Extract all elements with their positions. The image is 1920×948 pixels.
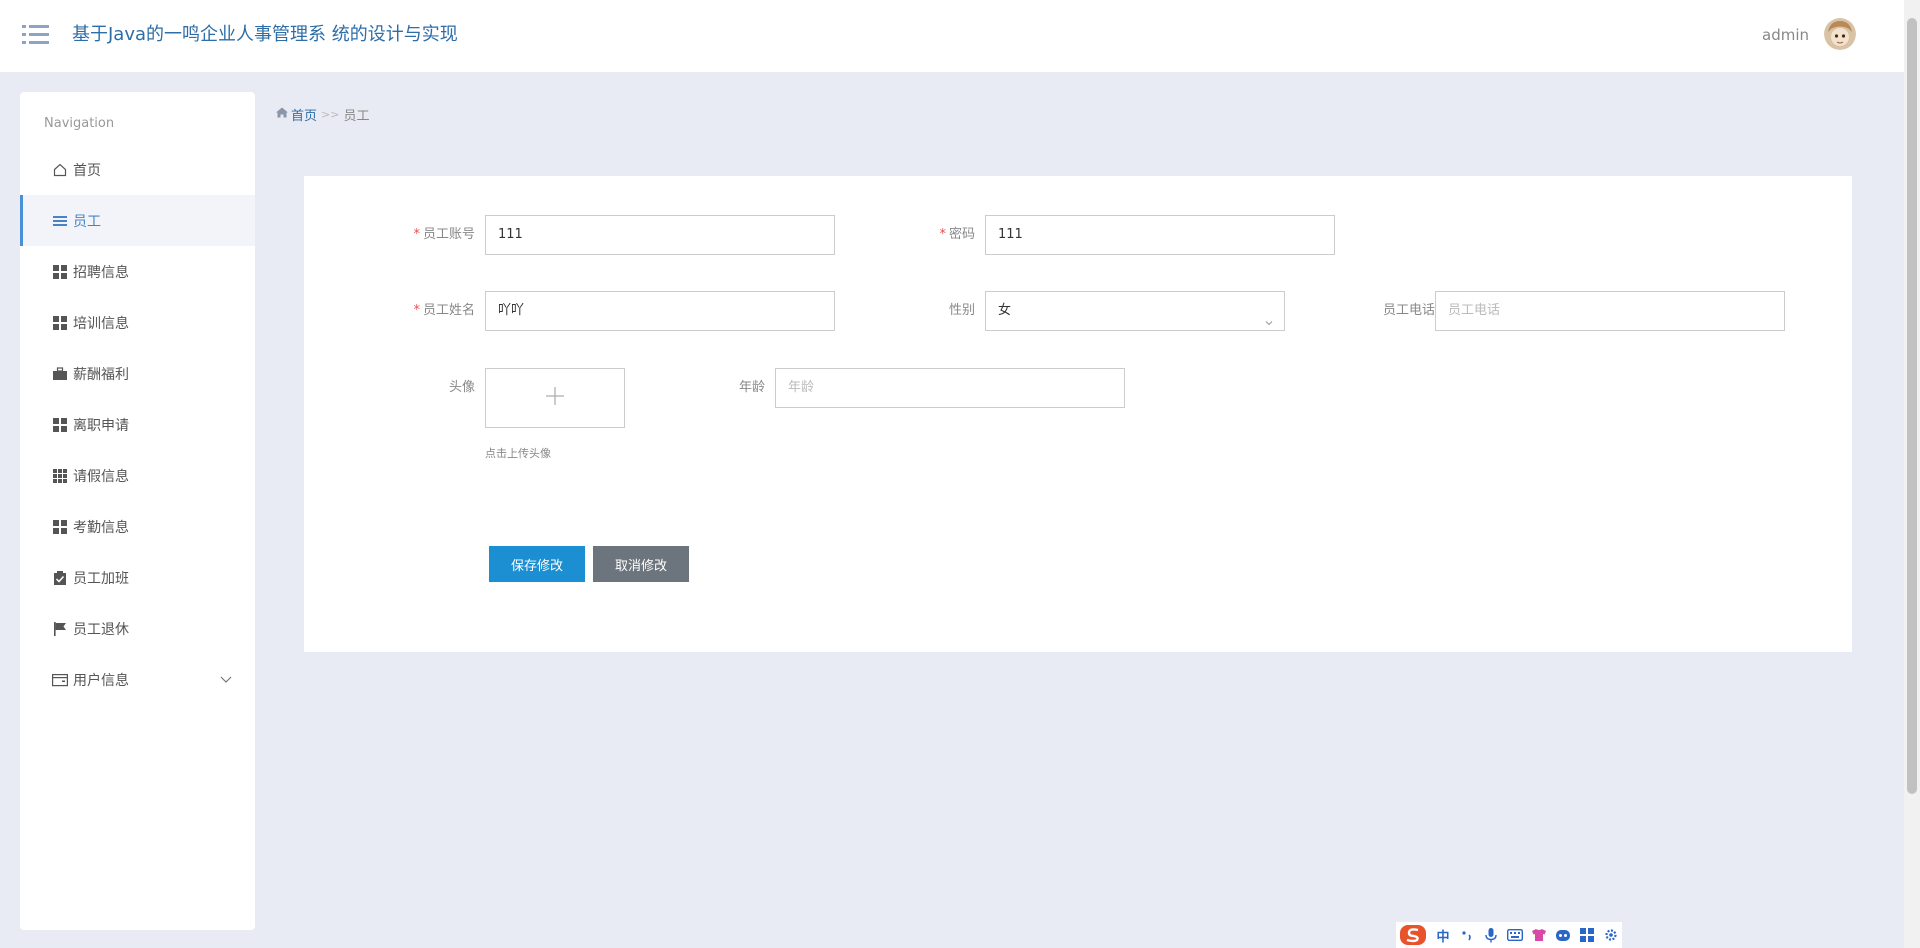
grid-icon: [52, 417, 68, 433]
sidebar-item-overtime[interactable]: 员工加班: [20, 552, 255, 603]
nav-list: 首页 员工 招聘信息 培训信息 薪酬福利 离职申请 请假信息 考勤信息 员工加班…: [20, 144, 255, 705]
user-avatar[interactable]: [1824, 18, 1856, 50]
sidebar-item-label: 请假信息: [73, 468, 129, 485]
sidebar-item-resignation[interactable]: 离职申请: [20, 399, 255, 450]
sidebar-item-label: 用户信息: [73, 672, 129, 689]
employee-form-card: * 员工账号 111 * 密码 111 * 员工姓名 吖吖 性别 女 员工电话 员工电…: [304, 176, 1852, 652]
keyboard-icon[interactable]: [1506, 926, 1524, 944]
punctuation-icon[interactable]: [1458, 926, 1476, 944]
age-label: 年龄: [738, 380, 765, 395]
breadcrumb-home-link[interactable]: 首页: [276, 105, 317, 124]
name-label: * 员工姓名: [364, 291, 475, 331]
sidebar-item-retirement[interactable]: 员工退休: [20, 603, 255, 654]
sidebar-item-attendance[interactable]: 考勤信息: [20, 501, 255, 552]
sidebar-item-label: 招聘信息: [73, 264, 129, 281]
breadcrumb: 首页 >> 员工: [276, 105, 369, 124]
home-icon: [52, 162, 68, 178]
list-icon: [52, 213, 68, 229]
gender-label: 性别: [948, 303, 975, 318]
nav-caption: Navigation: [44, 116, 115, 131]
age-input[interactable]: 年龄: [775, 368, 1125, 408]
sidebar-item-label: 薪酬福利: [73, 366, 129, 383]
sidebar-item-employee[interactable]: 员工: [20, 195, 255, 246]
breadcrumb-home-label: 首页: [291, 109, 318, 124]
phone-input[interactable]: 员工电话: [1435, 291, 1785, 331]
sidebar-item-label: 首页: [73, 162, 101, 179]
scrollbar-thumb[interactable]: [1907, 18, 1917, 794]
save-button[interactable]: 保存修改: [489, 546, 585, 582]
briefcase-icon: [52, 366, 68, 382]
plus-icon: [544, 385, 566, 411]
chevron-down-icon: [1264, 306, 1274, 326]
sidebar-item-label: 离职申请: [73, 417, 129, 434]
required-mark: *: [413, 303, 420, 318]
app-title: 基于Java的一鸣企业人事管理系 统的设计与实现: [72, 24, 458, 45]
gender-select[interactable]: 女: [985, 291, 1285, 331]
cancel-button[interactable]: 取消修改: [593, 546, 689, 582]
name-label-text: 员工姓名: [422, 303, 475, 318]
avatar-upload-hint: 点击上传头像: [485, 447, 551, 460]
chevron-down-icon[interactable]: [219, 672, 233, 686]
ime-mode-label[interactable]: 中: [1434, 926, 1452, 945]
sidebar-item-label: 员工: [73, 213, 101, 230]
user-name[interactable]: admin: [1762, 24, 1809, 46]
password-input[interactable]: 111: [985, 215, 1335, 255]
breadcrumb-separator: >>: [321, 108, 340, 121]
sidebar-item-label: 员工退休: [73, 621, 129, 638]
account-label-text: 员工账号: [422, 227, 475, 242]
sidebar-item-home[interactable]: 首页: [20, 144, 255, 195]
sidebar-item-leave[interactable]: 请假信息: [20, 450, 255, 501]
home-icon: [276, 107, 288, 122]
skin-shirt-icon[interactable]: [1530, 926, 1548, 944]
phone-label: 员工电话: [1382, 303, 1435, 318]
sidebar-item-user-info[interactable]: 用户信息: [20, 654, 255, 705]
toolbox-grid-icon[interactable]: [1578, 926, 1596, 944]
grid-icon: [52, 519, 68, 535]
avatar-label: 头像: [448, 380, 475, 395]
gender-select-value: 女: [998, 303, 1012, 318]
required-mark: *: [939, 227, 946, 242]
account-label: * 员工账号: [364, 215, 475, 255]
sidebar-item-label: 培训信息: [73, 315, 129, 332]
top-bar: 基于Java的一鸣企业人事管理系 统的设计与实现 admin: [0, 0, 1904, 72]
name-input[interactable]: 吖吖: [485, 291, 835, 331]
wallet-icon: [52, 672, 68, 688]
account-input[interactable]: 111: [485, 215, 835, 255]
clipboard-check-icon: [52, 570, 68, 586]
required-mark: *: [413, 227, 420, 242]
flag-icon: [52, 621, 68, 637]
sidebar-item-label: 员工加班: [73, 570, 129, 587]
ai-assistant-icon[interactable]: [1554, 926, 1572, 944]
password-label-text: 密码: [948, 227, 975, 242]
microphone-icon[interactable]: [1482, 926, 1500, 944]
breadcrumb-current: 员工: [343, 109, 370, 124]
sidebar-item-salary[interactable]: 薪酬福利: [20, 348, 255, 399]
sidebar-item-label: 考勤信息: [73, 519, 129, 536]
avatar-upload-button[interactable]: [485, 368, 625, 428]
page-scrollbar[interactable]: [1904, 0, 1920, 948]
grid-icon: [52, 264, 68, 280]
grid-9-icon: [52, 468, 68, 484]
sidebar-item-training[interactable]: 培训信息: [20, 297, 255, 348]
sidebar-item-recruitment[interactable]: 招聘信息: [20, 246, 255, 297]
gear-icon[interactable]: [1602, 926, 1620, 944]
grid-icon: [52, 315, 68, 331]
sidebar: Navigation 首页 员工 招聘信息 培训信息 薪酬福利 离职申请 请假信…: [20, 92, 255, 930]
ime-toolbar: 中: [1396, 922, 1622, 948]
password-label: * 密码: [892, 215, 975, 255]
menu-toggle-icon[interactable]: [22, 22, 50, 46]
sogou-logo-icon[interactable]: [1398, 925, 1428, 945]
